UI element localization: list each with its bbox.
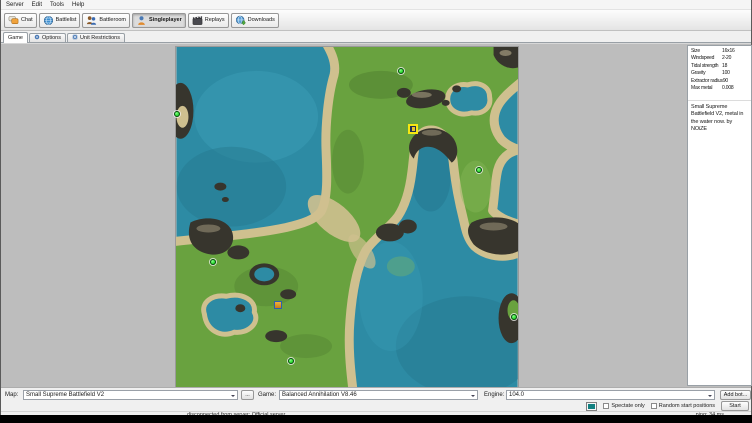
tab-battleroom-label: Battleroom	[99, 17, 126, 23]
content-area: Size16x16 Windspeed2-20 Tidal strength18…	[1, 43, 751, 387]
chat-icon	[8, 15, 19, 26]
tab-replays[interactable]: Replays	[188, 13, 229, 28]
tab-downloads-label: Downloads	[248, 17, 275, 23]
menu-help[interactable]: Help	[72, 2, 84, 8]
download-globe-icon	[235, 15, 246, 26]
info-label: Gravity	[691, 70, 722, 76]
battle-setup-bar: Map: Small Supreme Battlefield V2 ... Ga…	[1, 387, 751, 411]
film-icon	[192, 15, 203, 26]
game-label: Game:	[258, 392, 276, 398]
info-row: Tidal strength18	[688, 61, 751, 69]
tab-chat-label: Chat	[21, 17, 33, 23]
people-icon	[86, 15, 97, 26]
options-gear-icon	[34, 34, 40, 42]
tab-singleplayer[interactable]: Singleplayer	[132, 13, 186, 28]
checkbox-icon	[603, 403, 609, 409]
engine-select[interactable]: 104.0	[506, 390, 715, 400]
person-icon	[136, 15, 147, 26]
info-label: Max metal	[691, 85, 722, 91]
info-row: Extractor radius90	[688, 76, 751, 84]
spectate-only-label: Spectate only	[611, 403, 644, 409]
tab-replays-label: Replays	[205, 17, 225, 23]
info-row: Size16x16	[688, 46, 751, 54]
info-value: 0.008	[722, 85, 748, 91]
info-value: 90	[723, 78, 748, 84]
tab-downloads[interactable]: Downloads	[231, 13, 279, 28]
bot-marker[interactable]	[274, 301, 282, 309]
tab-options[interactable]: Options	[29, 33, 66, 42]
tab-battlelist-label: Battlelist	[56, 17, 77, 23]
map-browse-button[interactable]: ...	[241, 390, 254, 400]
main-toolbar: Chat Battlelist Battleroom Singleplayer …	[1, 10, 751, 31]
map-description: Small Supreme Battlefield V2, metal in t…	[688, 100, 751, 137]
start-position-marker[interactable]	[398, 68, 404, 74]
checkbox-icon	[651, 403, 657, 409]
info-value: 18	[722, 63, 748, 69]
tab-options-label: Options	[42, 35, 61, 41]
engine-select-value: 104.0	[509, 392, 524, 398]
spectate-only-checkbox[interactable]: Spectate only	[603, 403, 644, 409]
tab-battlelist[interactable]: Battlelist	[39, 13, 81, 28]
random-start-positions-checkbox[interactable]: Random start positions	[651, 403, 715, 409]
tab-singleplayer-label: Singleplayer	[149, 17, 182, 23]
random-start-positions-label: Random start positions	[659, 403, 715, 409]
start-position-marker[interactable]	[476, 167, 482, 173]
game-select-value: Balanced Annihilation V8.46	[282, 392, 357, 398]
start-position-marker[interactable]	[210, 259, 216, 265]
letterbox-bar	[0, 415, 752, 423]
map-preview[interactable]	[176, 47, 518, 388]
globe-icon	[43, 15, 54, 26]
menu-edit[interactable]: Edit	[32, 2, 42, 8]
start-positions-layer	[176, 47, 518, 388]
info-label: Tidal strength	[691, 63, 722, 69]
restrictions-icon	[72, 34, 78, 42]
tab-battleroom[interactable]: Battleroom	[82, 13, 130, 28]
menu-server[interactable]: Server	[6, 2, 24, 8]
game-select[interactable]: Balanced Annihilation V8.46	[279, 390, 478, 400]
start-position-marker[interactable]	[174, 111, 180, 117]
info-label: Windspeed	[691, 55, 722, 61]
tab-chat[interactable]: Chat	[4, 13, 37, 28]
engine-label: Engine:	[484, 392, 504, 398]
add-bot-button[interactable]: Add bot...	[720, 390, 751, 400]
start-position-marker[interactable]	[288, 358, 294, 364]
map-info-panel: Size16x16 Windspeed2-20 Tidal strength18…	[687, 45, 752, 386]
start-button[interactable]: Start	[721, 401, 749, 411]
info-label: Size	[691, 48, 722, 54]
info-value: 16x16	[722, 48, 748, 54]
info-row: Max metal0.008	[688, 84, 751, 92]
player-color-swatch[interactable]	[586, 402, 597, 411]
tab-unit-restrictions[interactable]: Unit Restrictions	[67, 33, 125, 42]
info-value: 100	[722, 70, 748, 76]
start-position-marker[interactable]	[511, 314, 517, 320]
tab-game-label: Game	[8, 35, 23, 41]
menu-tools[interactable]: Tools	[50, 2, 64, 8]
info-label: Extractor radius	[691, 78, 723, 84]
info-row: Windspeed2-20	[688, 54, 751, 62]
chevron-down-icon	[471, 395, 475, 399]
info-value: 2-20	[722, 55, 748, 61]
tab-game[interactable]: Game	[3, 32, 28, 43]
tab-unit-restrictions-label: Unit Restrictions	[80, 35, 120, 41]
start-options-row: Spectate only Random start positions Sta…	[586, 401, 749, 411]
chevron-down-icon	[231, 395, 235, 399]
map-select[interactable]: Small Supreme Battlefield V2	[23, 390, 238, 400]
map-select-value: Small Supreme Battlefield V2	[26, 392, 104, 398]
menu-bar: Server Edit Tools Help	[1, 0, 751, 10]
info-row: Gravity100	[688, 69, 751, 77]
chevron-down-icon	[708, 395, 712, 399]
battle-subtabs: Game Options Unit Restrictions	[1, 31, 751, 43]
selected-start-position-marker[interactable]	[408, 124, 418, 134]
lobby-window: Server Edit Tools Help Chat Battlelist B…	[0, 0, 752, 415]
map-label: Map:	[5, 392, 18, 398]
